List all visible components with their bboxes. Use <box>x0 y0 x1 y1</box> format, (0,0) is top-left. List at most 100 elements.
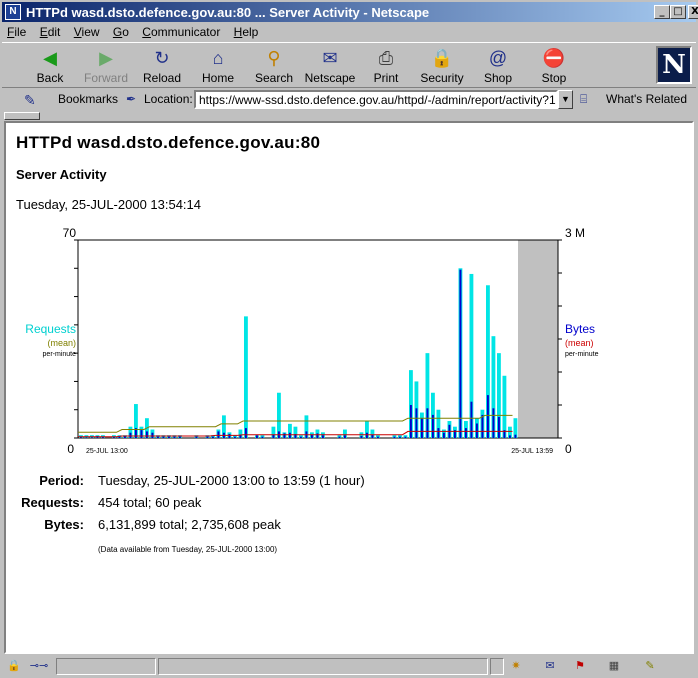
right-axis-mean-label: (mean) <box>565 338 594 348</box>
back-button[interactable]: ◀ Back <box>22 45 78 87</box>
maximize-button[interactable]: □ <box>670 5 686 19</box>
lock-icon: 🔒 <box>430 48 454 68</box>
toolbar-button-label: Netscape <box>304 71 356 85</box>
page-title: HTTPd wasd.dsto.defence.gov.au:80 <box>16 133 321 152</box>
bytes-bar <box>233 436 236 438</box>
toolbar-button-label: Reload <box>142 71 182 85</box>
bytes-bar <box>415 408 418 438</box>
bytes-bar <box>343 435 346 438</box>
forward-icon: ▶ <box>99 48 113 68</box>
menu-edit[interactable]: Edit <box>35 23 66 41</box>
security-lock-icon[interactable]: 🔒 <box>6 659 22 673</box>
bytes-bar <box>420 418 423 438</box>
bytes-bar <box>255 435 258 438</box>
netscape-logo[interactable]: N <box>656 46 692 84</box>
stat-period-key: Period: <box>39 473 84 488</box>
bookmarks-button[interactable]: Bookmarks <box>58 92 118 106</box>
right-axis-min-label: 0 <box>565 442 572 456</box>
bytes-bar <box>360 436 363 438</box>
bytes-bar <box>321 435 324 438</box>
connection-status-icon: ⊸⊸ <box>29 660 49 672</box>
shop-button[interactable]: @ Shop <box>470 45 526 87</box>
minimize-button[interactable]: _ <box>654 5 670 19</box>
mail-component-icon[interactable]: ✉ <box>542 659 558 673</box>
reload-button[interactable]: ↻ Reload <box>134 45 190 87</box>
data-availability-note: (Data available from Tuesday, 25-JUL-200… <box>98 545 278 554</box>
bytes-bar <box>90 437 93 438</box>
addressbook-component-icon[interactable]: ▦ <box>606 659 622 673</box>
bytes-bar <box>228 434 231 438</box>
print-icon: ⎙ <box>378 48 394 68</box>
security-button[interactable]: 🔒 Security <box>414 45 470 87</box>
home-button[interactable]: ⌂ Home <box>190 45 246 87</box>
composer-component-icon[interactable]: ✎ <box>642 659 658 673</box>
bytes-bar <box>178 436 181 438</box>
requests-bar <box>244 316 248 438</box>
page-content: HTTPd wasd.dsto.defence.gov.au:80 Server… <box>4 121 694 654</box>
bytes-bar <box>140 430 143 438</box>
bytes-bar <box>299 436 302 438</box>
whats-related-icon[interactable]: ⌸ <box>580 92 587 107</box>
chart-plot-area <box>74 239 562 439</box>
stop-button[interactable]: ⛔ Stop <box>526 45 582 87</box>
bytes-bar <box>437 428 440 438</box>
menu-help[interactable]: Help <box>229 23 264 41</box>
menu-file[interactable]: File <box>2 23 31 41</box>
search-icon: ⚲ <box>267 48 281 68</box>
bytes-bar <box>85 437 88 438</box>
right-axis-unit-label: per-minute <box>565 351 599 358</box>
navigation-toolbar: N ◀ Back ▶ Forward ↻ Reload ⌂ Home ⚲ Search ✉ Netsc… <box>2 42 696 88</box>
bytes-bar <box>470 401 473 438</box>
print-button[interactable]: ⎙ Print <box>358 45 414 87</box>
bytes-bar <box>156 436 159 438</box>
shop-icon: @ <box>488 48 508 68</box>
home-icon: ⌂ <box>212 48 224 68</box>
toolbar-button-label: Forward <box>83 71 128 85</box>
netscape-button[interactable]: ✉ Netscape <box>302 45 358 87</box>
page-proxy-icon[interactable]: ✒ <box>126 92 136 106</box>
menu-communicator[interactable]: Communicator <box>137 23 225 41</box>
bytes-bar <box>261 436 264 438</box>
bytes-bar <box>514 434 517 438</box>
x-axis-end-label: 25-JUL 13:59 <box>511 448 553 455</box>
bytes-bar <box>129 432 132 438</box>
bytes-bar <box>283 433 286 438</box>
toolbar-collapse-tab[interactable] <box>4 112 40 120</box>
activity-chart: 70 0 3 M 0 Requests (mean) per-minute By… <box>25 226 599 456</box>
toolbar-button-label: Search <box>254 71 294 85</box>
bytes-bar <box>398 436 401 438</box>
bytes-bar <box>376 436 379 438</box>
left-axis-max-label: 70 <box>63 226 77 240</box>
bytes-bar <box>409 405 412 438</box>
bytes-bar <box>481 414 484 438</box>
bytes-bar <box>492 408 495 438</box>
window-titlebar[interactable]: N HTTPd wasd.dsto.defence.gov.au:80 ... … <box>2 2 698 22</box>
bookmarks-icon[interactable]: ✎ <box>24 92 36 109</box>
search-button[interactable]: ⚲ Search <box>246 45 302 87</box>
menu-view[interactable]: View <box>69 23 105 41</box>
bytes-bar <box>475 423 478 438</box>
toolbar-button-label: Print <box>373 71 399 85</box>
forward-button: ▶ Forward <box>78 45 134 87</box>
right-axis-max-label: 3 M <box>565 226 585 240</box>
bytes-bar <box>167 436 170 438</box>
navigator-component-icon[interactable]: ✷ <box>508 659 524 673</box>
personal-toolbar-tab <box>2 112 696 120</box>
reload-icon: ↻ <box>154 48 170 68</box>
discussion-component-icon[interactable]: ⚑ <box>572 659 588 673</box>
report-date: Tuesday, 25-JUL-2000 13:54:14 <box>16 197 202 212</box>
menu-go[interactable]: Go <box>108 23 134 41</box>
location-dropdown-button[interactable]: ▼ <box>558 90 573 109</box>
stat-requests-key: Requests: <box>21 495 84 510</box>
menu-bar: File Edit View Go Communicator Help <box>2 23 696 41</box>
bytes-bar <box>497 416 500 438</box>
netscape-app-icon[interactable]: N <box>5 4 21 20</box>
location-toolbar: ✎ Bookmarks ✒ Location: https://www-ssd.… <box>2 89 696 111</box>
location-url-field[interactable]: https://www-ssd.dsto.defence.gov.au/http… <box>194 90 558 109</box>
bytes-bar <box>206 436 209 438</box>
stat-bytes-value: 6,131,899 total; 2,735,608 peak <box>98 517 281 532</box>
x-axis-start-label: 25-JUL 13:00 <box>86 448 128 455</box>
close-button[interactable]: X <box>688 5 698 19</box>
bytes-bar <box>316 433 319 438</box>
whats-related-button[interactable]: What's Related <box>606 92 687 106</box>
